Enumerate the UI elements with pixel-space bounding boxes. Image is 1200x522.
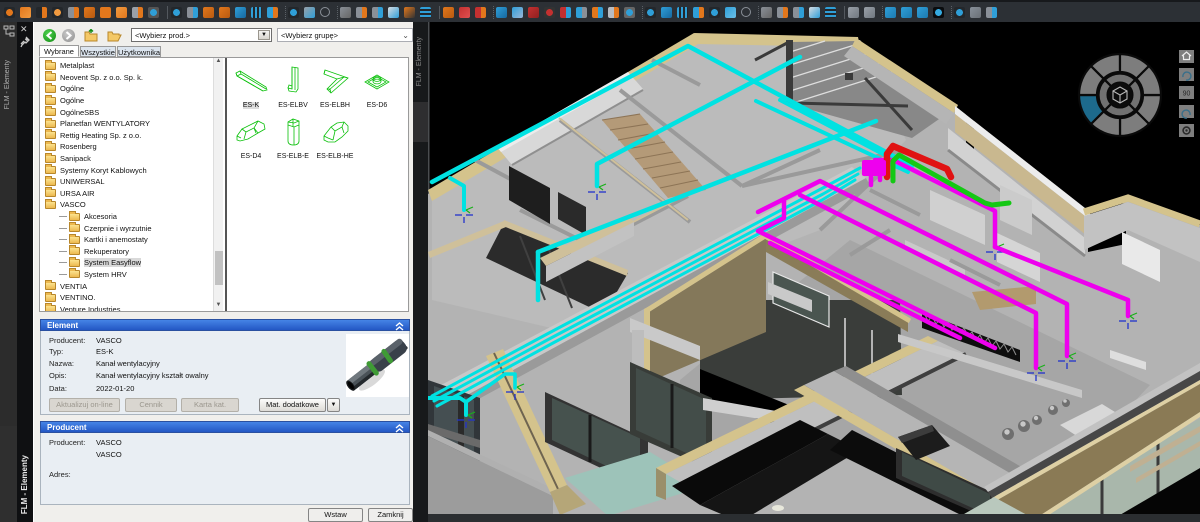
svg-text:90: 90 bbox=[1183, 91, 1191, 98]
